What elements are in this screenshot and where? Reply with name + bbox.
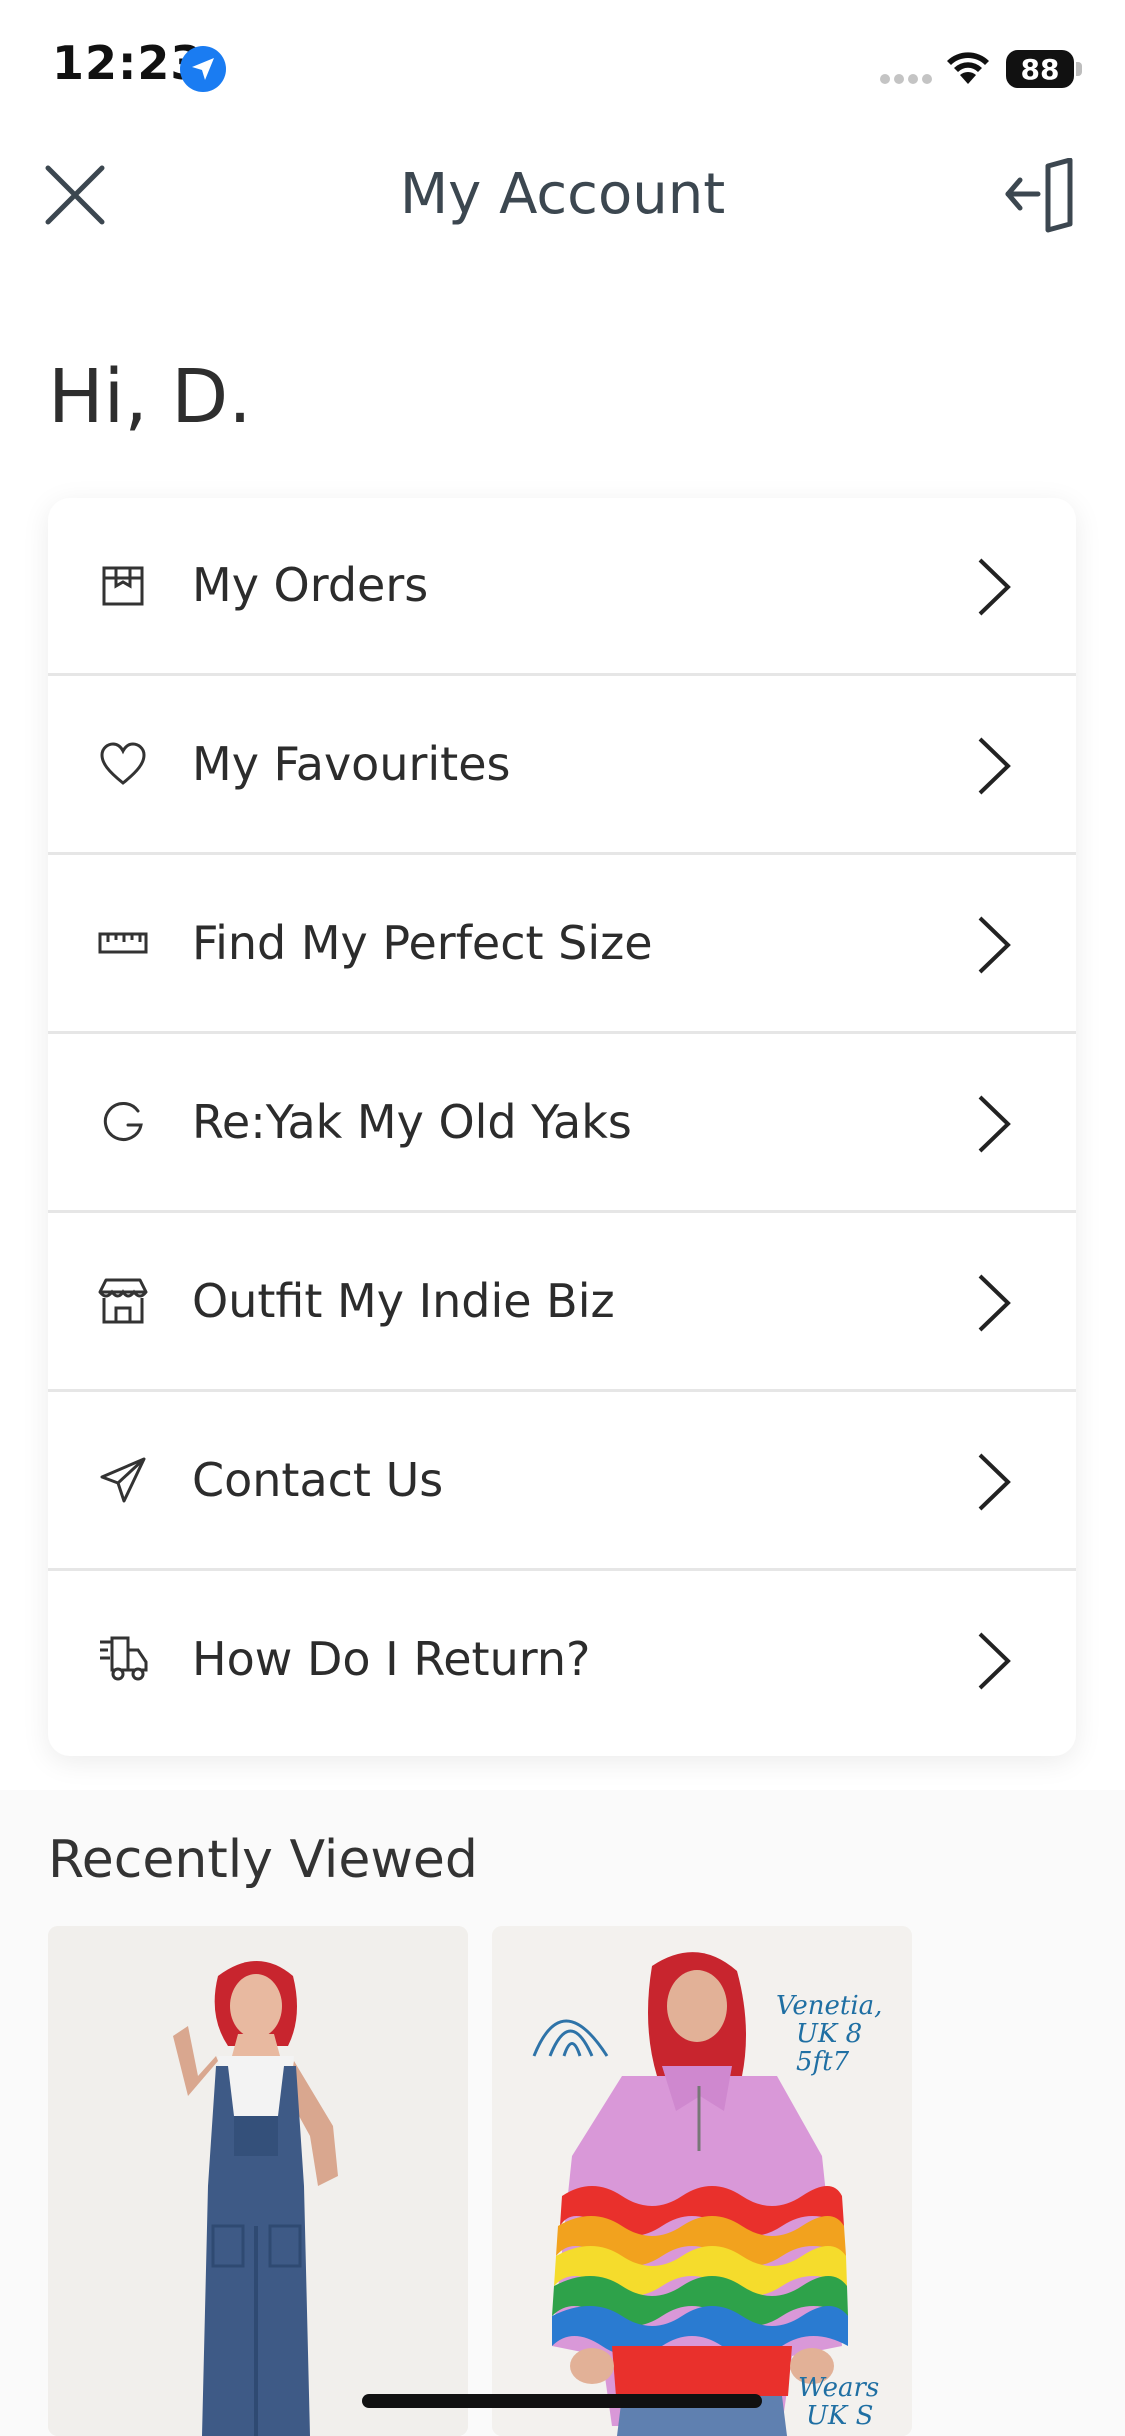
location-arrow-icon [180,46,226,92]
logout-button[interactable] [1002,157,1082,238]
chevron-right-icon [978,1095,1011,1153]
menu-item-how-do-i-return[interactable]: How Do I Return? [48,1572,1076,1750]
delivery-truck-icon [100,1636,148,1681]
product-card[interactable]: Venetia, UK 8 5ft7 Wears UK S [492,1926,912,2436]
battery-icon: 88 [1006,50,1074,88]
header: My Account [0,140,1125,260]
box-icon [102,566,144,606]
status-bar: 12:23 88 [0,0,1125,140]
store-icon [98,1278,148,1324]
home-indicator[interactable] [362,2394,762,2408]
menu-item-my-orders[interactable]: My Orders [48,498,1076,676]
heart-icon [100,742,146,785]
menu-item-contact-us[interactable]: Contact Us [48,1393,1076,1571]
note-line: Wears [798,2373,880,2403]
note-line: UK 8 [796,2019,863,2049]
logout-icon [1005,157,1073,233]
greeting: Hi, D. [48,354,252,440]
note-line: 5ft7 [796,2047,850,2077]
chevron-right-icon [978,1453,1011,1511]
account-menu: My Orders My Favourites Find My Perfect … [48,498,1076,1756]
wifi-icon [947,52,989,84]
denim-dungarees-photo [48,1926,468,2436]
menu-item-label: My Favourites [192,737,511,791]
note-line: Venetia, [776,1991,883,2021]
chevron-right-icon [978,1274,1011,1332]
menu-item-reyak[interactable]: Re:Yak My Old Yaks [48,1035,1076,1213]
battery-cap [1076,62,1082,76]
model-note-top: Venetia, UK 8 5ft7 [776,1992,882,2076]
chevron-right-icon [978,737,1011,795]
send-icon [100,1457,146,1503]
menu-item-label: Find My Perfect Size [192,916,653,970]
menu-item-my-favourites[interactable]: My Favourites [48,677,1076,855]
cellular-signal-icon [880,74,934,84]
menu-item-label: How Do I Return? [192,1632,591,1686]
menu-item-label: Outfit My Indie Biz [192,1274,615,1328]
note-line: UK S [806,2401,874,2431]
menu-item-label: Contact Us [192,1453,444,1507]
refresh-icon [103,1101,143,1141]
chevron-right-icon [978,1632,1011,1690]
menu-item-find-my-perfect-size[interactable]: Find My Perfect Size [48,856,1076,1034]
product-card[interactable] [48,1926,468,2436]
recently-viewed-title: Recently Viewed [48,1830,478,1890]
battery-level: 88 [1020,53,1060,86]
menu-item-label: Re:Yak My Old Yaks [192,1095,632,1149]
menu-item-outfit-my-indie-biz[interactable]: Outfit My Indie Biz [48,1214,1076,1392]
page-title: My Account [399,162,726,227]
chevron-right-icon [978,916,1011,974]
chevron-right-icon [978,558,1011,616]
menu-item-label: My Orders [192,558,429,612]
ruler-icon [98,932,148,954]
model-note-bottom: Wears UK S [798,2374,879,2430]
